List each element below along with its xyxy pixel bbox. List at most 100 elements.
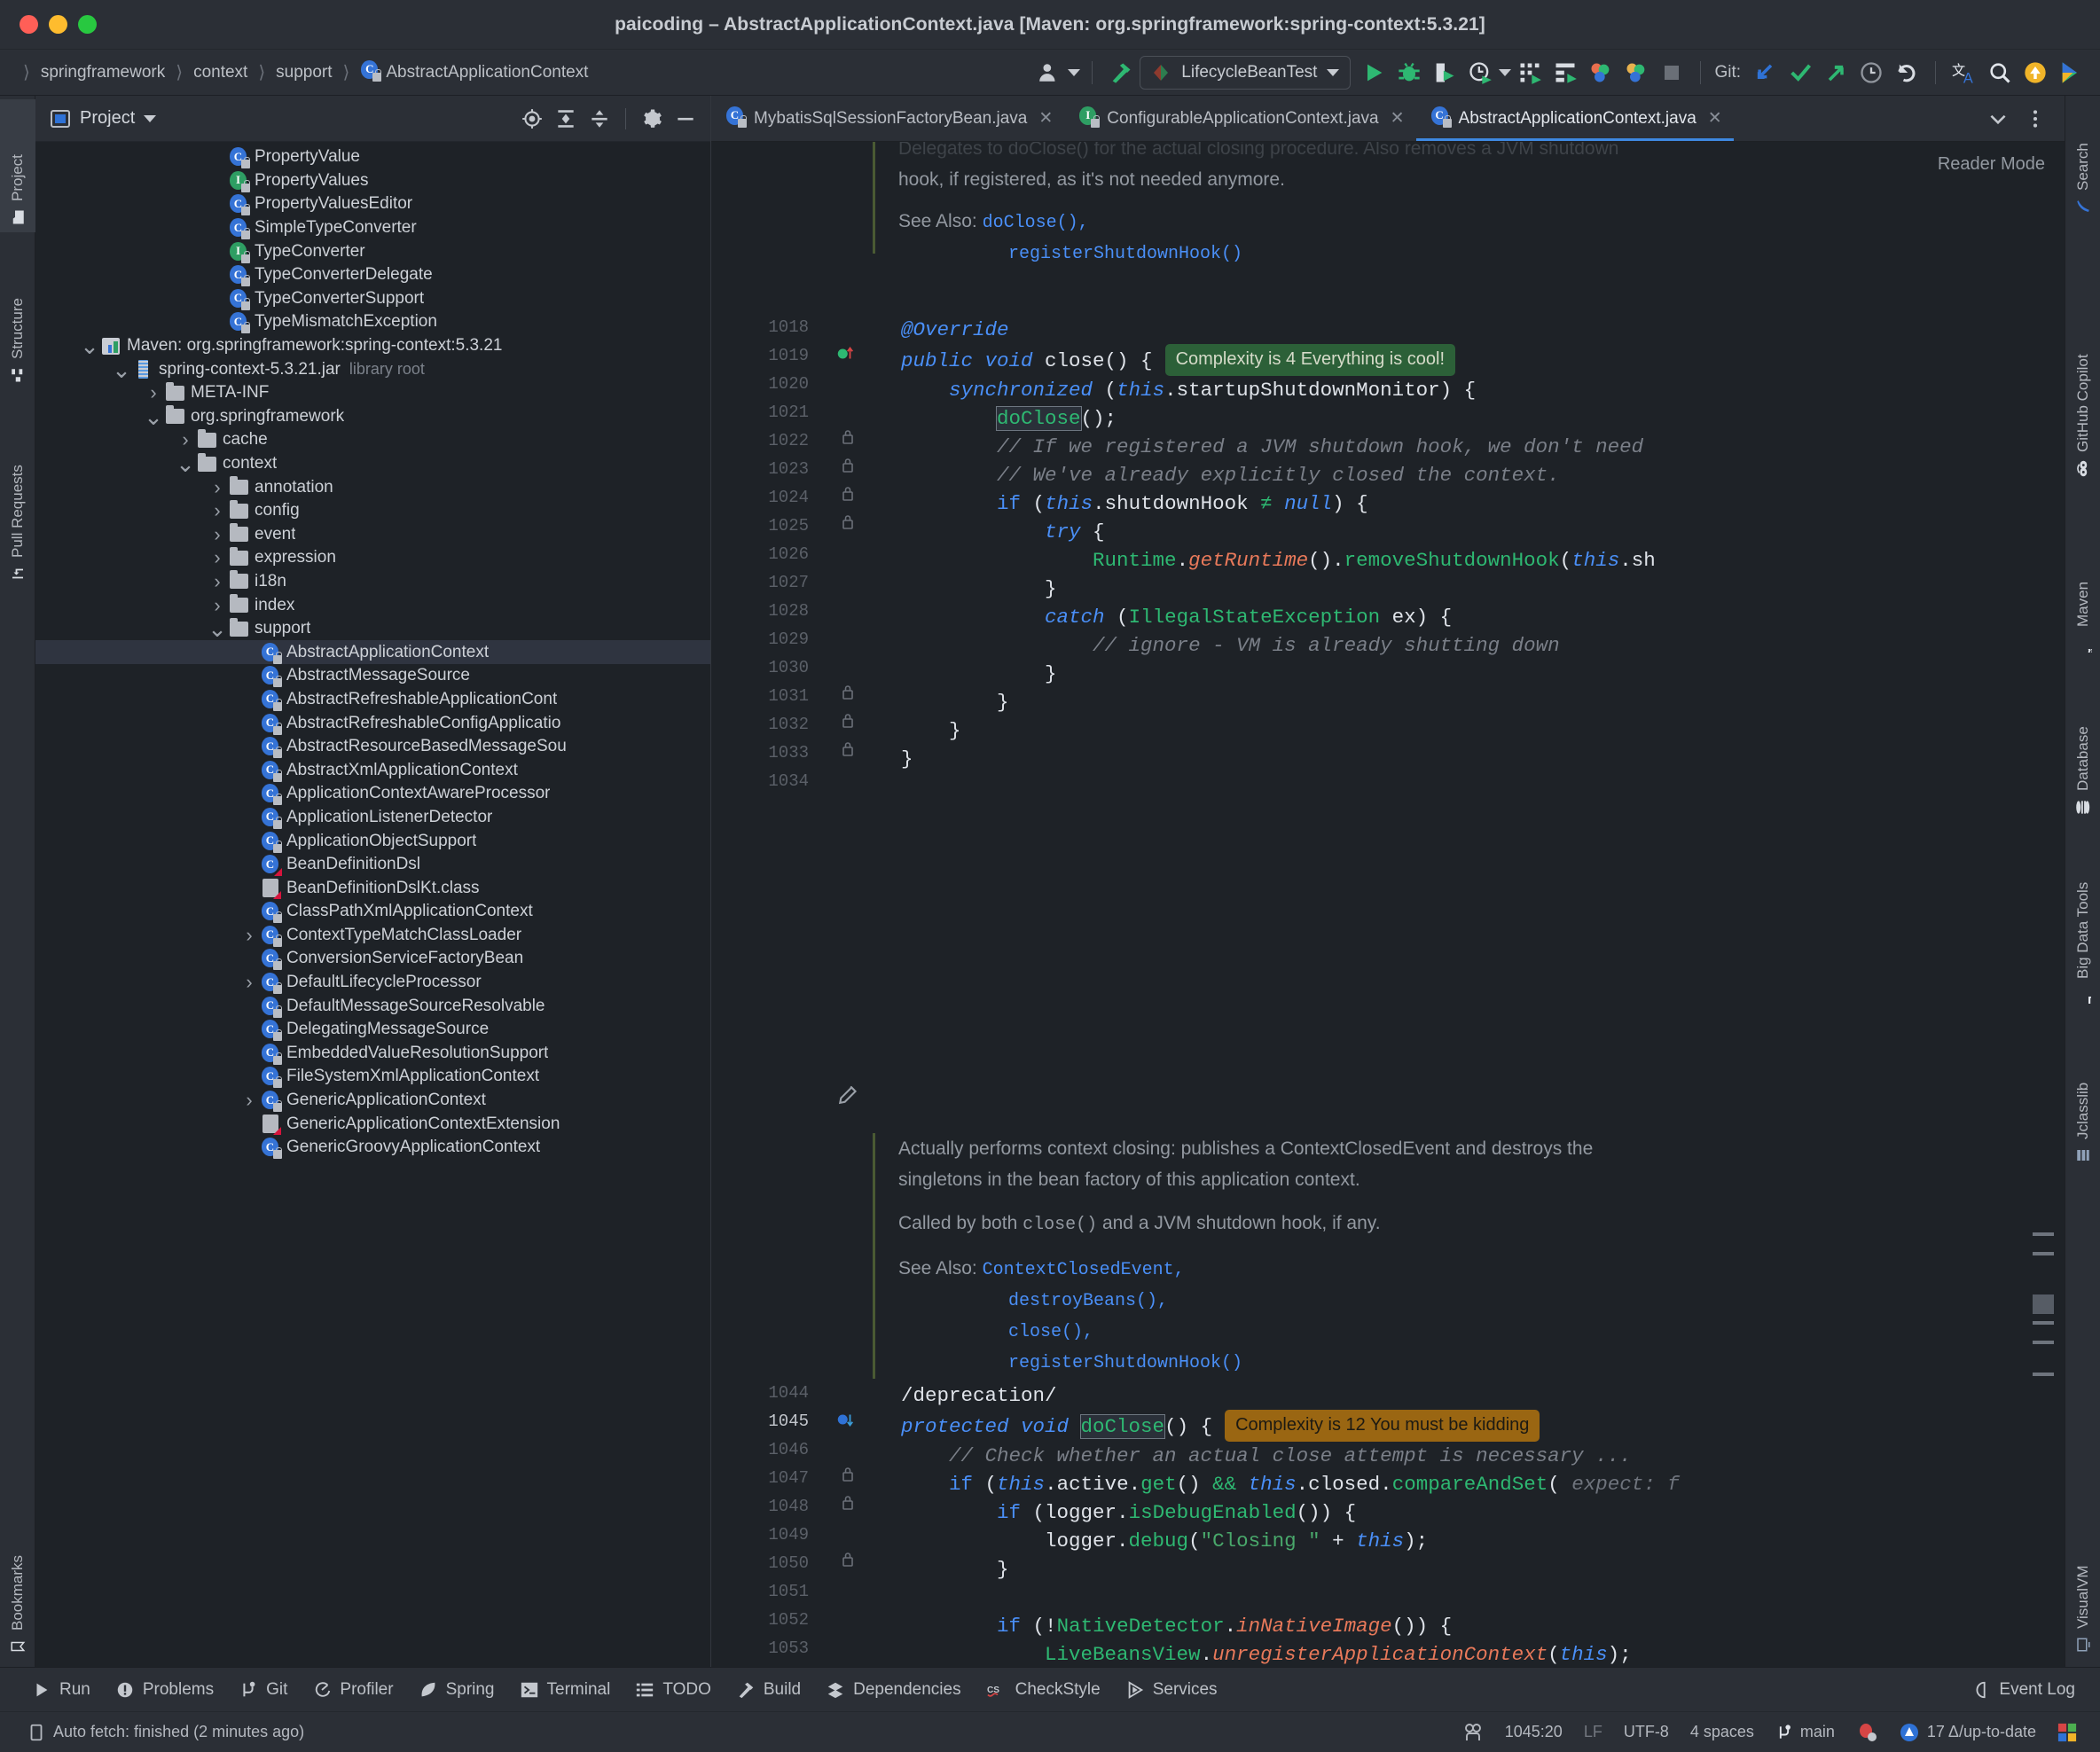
sidebar-item-pull-requests[interactable]: Pull Requests: [0, 397, 35, 589]
tree-row[interactable]: I PropertyValues: [35, 169, 710, 193]
chevron-right-icon[interactable]: ›: [208, 546, 227, 569]
plugins-icon[interactable]: [1584, 56, 1618, 90]
tree-row[interactable]: C AbstractXmlApplicationContext: [35, 758, 710, 782]
breadcrumb-item-support[interactable]: support: [272, 63, 335, 82]
chevron-right-icon[interactable]: ›: [239, 971, 259, 994]
chevron-right-icon[interactable]: ›: [239, 1089, 259, 1112]
close-tab-icon[interactable]: ✕: [1391, 108, 1405, 129]
method-override-icon[interactable]: [835, 344, 855, 364]
tool-window-button[interactable]: Build: [724, 1673, 813, 1707]
chevron-right-icon[interactable]: ›: [208, 570, 227, 593]
run-configuration-selector[interactable]: LifecycleBeanTest: [1140, 55, 1352, 90]
run-with-coverage-icon[interactable]: [1428, 56, 1461, 90]
debug-icon[interactable]: [1392, 56, 1426, 90]
maximize-window-button[interactable]: [78, 15, 97, 34]
inspection-bug-icon[interactable]: [1845, 1717, 1888, 1748]
profiler-icon[interactable]: [1463, 56, 1497, 90]
indent-setting[interactable]: 4 spaces: [1680, 1717, 1765, 1748]
close-tab-icon[interactable]: ✕: [1038, 108, 1053, 129]
tree-row[interactable]: GenericApplicationContextExtension: [35, 1112, 710, 1136]
rollback-icon[interactable]: [1890, 56, 1924, 90]
sidebar-item-github-copilot[interactable]: GitHub Copilot: [2065, 280, 2100, 484]
lock-icon[interactable]: [841, 684, 855, 700]
tree-row[interactable]: C AbstractMessageSource: [35, 664, 710, 688]
see-also-link-close[interactable]: close(),: [898, 1317, 2065, 1348]
history-clock-icon[interactable]: [1854, 56, 1888, 90]
chevron-right-icon[interactable]: ›: [239, 924, 259, 947]
reader-mode-label[interactable]: Reader Mode: [1938, 154, 2045, 175]
chevron-down-icon[interactable]: ⌄: [208, 617, 227, 640]
expand-all-icon[interactable]: [550, 103, 582, 135]
tree-row[interactable]: › C ContextTypeMatchClassLoader: [35, 924, 710, 948]
editor-tab-bar[interactable]: C MybatisSqlSessionFactoryBean.java ✕ I Conf…: [711, 96, 2065, 142]
chevron-right-icon[interactable]: ›: [208, 476, 227, 499]
edit-javadoc-pencil-icon[interactable]: [837, 1082, 860, 1105]
close-tab-icon[interactable]: ✕: [1708, 108, 1722, 129]
tree-row[interactable]: ⌄ support: [35, 617, 710, 641]
sidebar-item-database[interactable]: Database: [2065, 676, 2100, 823]
close-window-button[interactable]: [20, 15, 38, 34]
method-implement-icon[interactable]: [835, 1410, 855, 1429]
sidebar-item-jclasslib[interactable]: Jclasslib: [2065, 1037, 2100, 1170]
window-controls[interactable]: [0, 15, 97, 34]
tool-window-button[interactable]: Terminal: [507, 1673, 623, 1707]
ide-color-badge-icon[interactable]: [2047, 1717, 2088, 1748]
chevron-down-icon[interactable]: [1327, 68, 1340, 76]
tree-row[interactable]: C BeanDefinitionDsl: [35, 853, 710, 877]
code-block-doclose-method[interactable]: /deprecation/ protected void doClose() {…: [901, 1381, 1680, 1667]
tree-row[interactable]: C DelegatingMessageSource: [35, 1018, 710, 1042]
see-also-link-contextclosedevent[interactable]: ContextClosedEvent,: [983, 1260, 1185, 1280]
see-also-link-registershutdownhook[interactable]: registerShutdownHook(): [898, 239, 2065, 270]
tree-row[interactable]: › config: [35, 499, 710, 523]
push-icon[interactable]: [1819, 56, 1853, 90]
tool-window-button[interactable]: TODO: [623, 1673, 724, 1707]
tool-window-bar[interactable]: Run Problems Git Profiler Spring Terminal TODO…: [0, 1667, 2100, 1711]
lock-icon[interactable]: [841, 514, 855, 530]
tool-window-button[interactable]: Run: [20, 1673, 103, 1707]
sidebar-item-maven[interactable]: m Maven: [2065, 539, 2100, 660]
code-block-close-method[interactable]: @Override public void close() {Complexit…: [901, 316, 1656, 773]
services-grid-icon[interactable]: [1513, 56, 1547, 90]
chevron-right-icon[interactable]: ›: [144, 381, 163, 404]
more-run-caret-icon[interactable]: [1499, 68, 1512, 76]
sidebar-item-project[interactable]: Project: [0, 99, 35, 232]
tree-row[interactable]: C AbstractRefreshableConfigApplicatio: [35, 711, 710, 735]
see-also-link-registershutdownhook-2[interactable]: registerShutdownHook(): [898, 1348, 2065, 1379]
tool-window-button[interactable]: CS CheckStyle: [974, 1673, 1113, 1707]
breadcrumb-item-springframework[interactable]: springframework: [37, 63, 168, 82]
tree-row[interactable]: ⌄ org.springframework: [35, 405, 710, 429]
chevron-down-icon[interactable]: ⌄: [80, 334, 99, 357]
tree-row[interactable]: C GenericGroovyApplicationContext: [35, 1136, 710, 1160]
see-also-link-destroybeans[interactable]: destroyBeans(),: [898, 1286, 2065, 1317]
more-vertical-icon[interactable]: [2018, 102, 2052, 136]
tree-row[interactable]: C ApplicationObjectSupport: [35, 829, 710, 853]
editor-code-column[interactable]: Delegates to doClose() for the actual cl…: [873, 142, 2065, 1667]
lock-icon[interactable]: [841, 1467, 855, 1482]
settings-gear-icon[interactable]: [636, 103, 668, 135]
analysis-status[interactable]: 17 Δ/up-to-date: [1888, 1717, 2047, 1748]
chevron-right-icon[interactable]: ›: [208, 594, 227, 617]
editor-tab[interactable]: C MybatisSqlSessionFactoryBean.java ✕: [711, 96, 1064, 141]
tool-window-button[interactable]: Problems: [103, 1673, 226, 1707]
chevron-down-icon[interactable]: ⌄: [112, 358, 131, 381]
tree-row[interactable]: › annotation: [35, 475, 710, 499]
lock-icon[interactable]: [841, 486, 855, 502]
user-menu-caret-icon[interactable]: [1068, 68, 1081, 76]
tool-window-button[interactable]: Services: [1113, 1673, 1230, 1707]
notifications-icon[interactable]: [2018, 56, 2052, 90]
sidebar-item-search[interactable]: Search: [2065, 103, 2100, 222]
breadcrumb-item-class[interactable]: C AbstractApplicationContext: [357, 59, 592, 85]
lock-icon[interactable]: [841, 1552, 855, 1568]
tree-row[interactable]: C PropertyValue: [35, 145, 710, 169]
tree-row[interactable]: › C DefaultLifecycleProcessor: [35, 971, 710, 995]
status-message[interactable]: Auto fetch: finished (2 minutes ago): [16, 1717, 315, 1748]
tree-row[interactable]: I TypeConverter: [35, 239, 710, 263]
sidebar-item-structure[interactable]: Structure: [0, 241, 35, 390]
editor-tab[interactable]: C AbstractApplicationContext.java ✕: [1415, 96, 1734, 141]
user-avatar-icon[interactable]: [1032, 56, 1066, 90]
chevron-down-icon[interactable]: [1981, 102, 2015, 136]
sidebar-item-bookmarks[interactable]: Bookmarks: [0, 1506, 35, 1662]
tree-row[interactable]: C TypeMismatchException: [35, 310, 710, 334]
project-tree[interactable]: C PropertyValue I PropertyValues C PropertyVa…: [35, 142, 710, 1667]
lock-icon[interactable]: [841, 713, 855, 729]
